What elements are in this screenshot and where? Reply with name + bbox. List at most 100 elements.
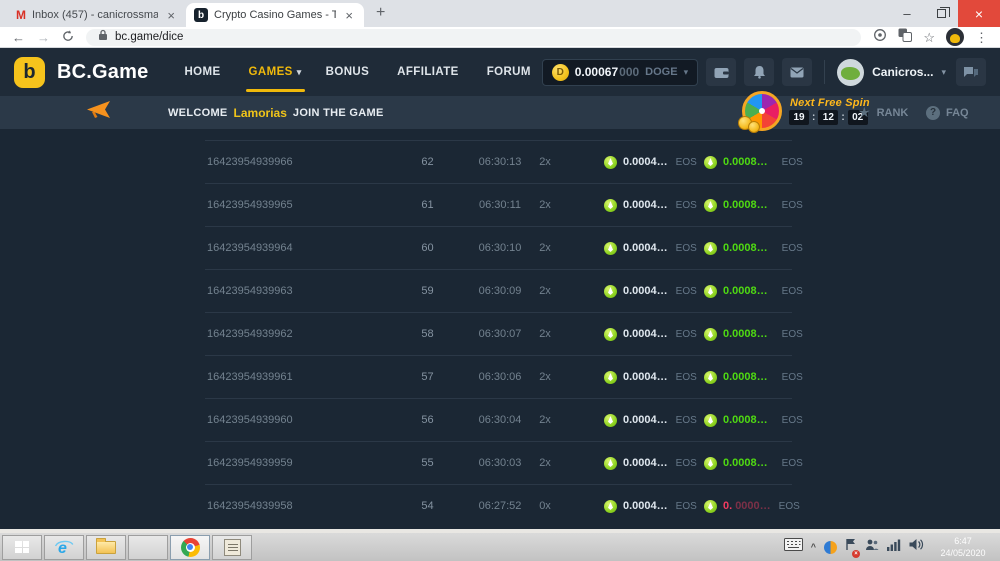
bet-id: 16423954939960 <box>205 414 385 426</box>
forward-icon[interactable]: → <box>37 31 50 44</box>
brand-title[interactable]: BC.Game <box>57 61 148 84</box>
divider <box>824 60 825 84</box>
bet-row[interactable]: 16423954939961 57 06:30:06 2x 0.0004… EO… <box>205 355 792 398</box>
bet-row[interactable]: 16423954939965 61 06:30:11 2x 0.0004… EO… <box>205 183 792 226</box>
timer-hours: 19 <box>789 110 809 125</box>
notifications-button[interactable] <box>744 58 774 86</box>
messages-button[interactable] <box>782 58 812 86</box>
welcome-message: WELCOME Lamorias JOIN THE GAME <box>168 106 384 120</box>
alert-badge: × <box>852 550 860 558</box>
bet-amount: 0.0004… EOS <box>560 328 704 341</box>
bet-row[interactable]: 16423954939960 56 06:30:04 2x 0.0004… EO… <box>205 398 792 441</box>
currency-label: EOS <box>782 329 803 340</box>
nav-item[interactable]: BONUS <box>326 66 374 78</box>
taskbar-empty-slot[interactable] <box>128 535 168 560</box>
clock-time: 6:47 <box>954 536 972 546</box>
taskbar-internet-explorer[interactable]: e <box>44 535 84 560</box>
currency-label: EOS <box>782 458 803 469</box>
balance-amount-dim: 000 <box>619 65 639 79</box>
bet-id: 16423954939966 <box>205 156 385 168</box>
eos-coin-icon <box>604 285 617 298</box>
window-close-button[interactable]: × <box>958 0 1000 27</box>
faq-button[interactable]: ? FAQ <box>926 96 969 129</box>
roll-result: 58 <box>385 328 470 340</box>
window-restore-button[interactable] <box>924 0 958 27</box>
bet-time: 06:30:03 <box>470 457 530 469</box>
eos-coin-icon <box>604 156 617 169</box>
bet-row[interactable]: 16423954939963 59 06:30:09 2x 0.0004… EO… <box>205 269 792 312</box>
currency-label: EOS <box>676 329 697 340</box>
touch-keyboard-icon[interactable] <box>784 538 803 556</box>
bet-row[interactable]: 16423954939959 55 06:30:03 2x 0.0004… EO… <box>205 441 792 484</box>
browser-menu-icon[interactable]: ⋮ <box>975 31 988 44</box>
rank-label: RANK <box>877 107 909 119</box>
currency-label: EOS <box>782 200 803 211</box>
bcgame-logo-icon[interactable]: b <box>14 57 45 88</box>
tab-gmail[interactable]: M Inbox (457) - canicrossmaxx@gm × <box>8 3 186 27</box>
roll-result: 56 <box>385 414 470 426</box>
nav-item[interactable]: FORUM <box>487 66 535 78</box>
bet-row[interactable]: 16423954939966 62 06:30:13 2x 0.0004… EO… <box>205 140 792 183</box>
bet-amount: 0.0004… EOS <box>560 371 704 384</box>
tray-app-icon[interactable] <box>824 541 837 554</box>
rank-button[interactable]: ★ RANK <box>858 96 908 129</box>
wallet-button[interactable] <box>706 58 736 86</box>
faq-label: FAQ <box>946 107 969 119</box>
chrome-icon <box>181 538 200 557</box>
bet-row[interactable]: 16423954939964 60 06:30:10 2x 0.0004… EO… <box>205 226 792 269</box>
currency-label: EOS <box>676 415 697 426</box>
bet-row[interactable]: 16423954939958 54 06:27:52 0x 0.0004… EO… <box>205 484 792 527</box>
browser-profile-avatar[interactable] <box>946 28 964 46</box>
eos-coin-icon <box>604 371 617 384</box>
back-icon[interactable]: ← <box>12 31 25 44</box>
lock-icon <box>98 28 108 46</box>
bet-time: 06:30:10 <box>470 242 530 254</box>
nav-item[interactable]: GAMES▾ <box>249 66 302 78</box>
taskbar-clock[interactable]: 6:47 24/05/2020 <box>932 535 994 559</box>
reload-icon[interactable] <box>62 30 74 44</box>
eos-coin-icon <box>704 156 717 169</box>
bet-amount: 0.0004… EOS <box>560 500 704 513</box>
roll-result: 54 <box>385 500 470 512</box>
tray-expand-icon[interactable]: ^ <box>811 542 816 552</box>
bookmark-star-icon[interactable]: ☆ <box>923 31 935 44</box>
tab-close-icon[interactable]: × <box>164 8 178 23</box>
bet-amount: 0.0004… EOS <box>560 457 704 470</box>
balance-selector[interactable]: D 0.00067 000 DOGE ▾ <box>542 59 698 86</box>
taskbar-notes-app[interactable] <box>212 535 252 560</box>
eos-coin-icon <box>604 242 617 255</box>
taskbar-file-explorer[interactable] <box>86 535 126 560</box>
translate-icon[interactable] <box>898 28 912 47</box>
window-minimize-button[interactable]: – <box>890 0 924 27</box>
nav-item[interactable]: HOME <box>184 66 224 78</box>
start-button[interactable] <box>2 535 42 560</box>
payout-multiplier: 2x <box>530 199 560 211</box>
people-icon[interactable] <box>865 538 879 556</box>
doge-coin-icon: D <box>552 64 569 81</box>
nav-item[interactable]: AFFILIATE <box>397 66 463 78</box>
url-field[interactable]: bc.game/dice <box>86 29 861 46</box>
welcome-banner: WELCOME Lamorias JOIN THE GAME Next Free… <box>0 96 1000 129</box>
bcgame-page: b BC.Game HOMEGAMES▾BONUSAFFILIATEFORUM … <box>0 48 1000 529</box>
profit-amount: 0.0008… EOS <box>704 285 803 298</box>
chevron-down-icon[interactable]: ▾ <box>941 67 946 78</box>
taskbar-chrome[interactable] <box>170 535 210 560</box>
tab-bcgame[interactable]: b Crypto Casino Games - The 8 Be × <box>186 3 364 27</box>
balance-currency: DOGE <box>645 66 677 78</box>
target-icon[interactable] <box>873 28 887 47</box>
action-center-flag-icon[interactable]: × <box>845 538 857 556</box>
username[interactable]: Canicros... <box>872 65 933 79</box>
bet-amount: 0.0004… EOS <box>560 414 704 427</box>
payout-multiplier: 2x <box>530 414 560 426</box>
volume-icon[interactable] <box>909 538 924 556</box>
new-tab-button[interactable]: + <box>376 4 385 22</box>
currency-label: EOS <box>676 372 697 383</box>
payout-multiplier: 2x <box>530 285 560 297</box>
eos-coin-icon <box>704 500 717 513</box>
network-signal-icon[interactable] <box>887 538 901 556</box>
tab-close-icon[interactable]: × <box>342 8 356 23</box>
bet-row[interactable]: 16423954939962 58 06:30:07 2x 0.0004… EO… <box>205 312 792 355</box>
user-avatar[interactable] <box>837 59 864 86</box>
eos-coin-icon <box>704 457 717 470</box>
chat-button[interactable] <box>956 58 986 86</box>
